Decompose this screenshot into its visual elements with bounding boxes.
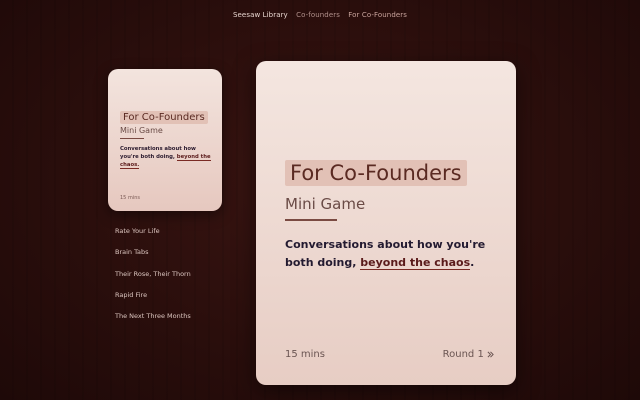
main-card-description: Conversations about how you're both doin… bbox=[285, 236, 495, 272]
preview-card-title: For Co-Founders bbox=[120, 111, 208, 124]
breadcrumb-root[interactable]: Seesaw Library bbox=[233, 11, 288, 19]
main-card-description-end: . bbox=[470, 256, 475, 269]
main-card-subtitle: Mini Game bbox=[285, 195, 366, 213]
preview-card-duration: 15 mins bbox=[120, 195, 140, 201]
breadcrumb: Seesaw Library Co-founders For Co-Founde… bbox=[0, 11, 640, 19]
double-chevron-right-icon bbox=[487, 349, 494, 360]
next-round-button[interactable]: Round 1 bbox=[443, 349, 494, 360]
preview-card[interactable]: For Co-Founders Mini Game Conversations … bbox=[108, 69, 222, 211]
breadcrumb-section[interactable]: Co-founders bbox=[296, 11, 340, 19]
main-card-title: For Co-Founders bbox=[285, 160, 467, 186]
round-label: Round 1 bbox=[442, 349, 484, 360]
preview-card-subtitle: Mini Game bbox=[120, 126, 163, 135]
main-card-description-highlight: beyond the chaos bbox=[360, 256, 471, 270]
game-list-item[interactable]: Their Rose, Their Thorn bbox=[115, 264, 191, 285]
breadcrumb-current: For Co-Founders bbox=[348, 11, 407, 19]
preview-card-divider bbox=[120, 138, 144, 139]
preview-card-description: Conversations about how you're both doin… bbox=[120, 145, 216, 169]
game-list-item[interactable]: Brain Tabs bbox=[115, 242, 191, 263]
game-list-item[interactable]: The Next Three Months bbox=[115, 306, 191, 327]
game-list-item[interactable]: Rate Your Life bbox=[115, 221, 191, 242]
game-list: Rate Your Life Brain Tabs Their Rose, Th… bbox=[115, 221, 191, 327]
main-game-card[interactable]: For Co-Founders Mini Game Conversations … bbox=[256, 61, 516, 385]
main-card-duration: 15 mins bbox=[285, 349, 325, 360]
main-card-divider bbox=[285, 219, 337, 221]
game-list-item[interactable]: Rapid Fire bbox=[115, 285, 191, 306]
